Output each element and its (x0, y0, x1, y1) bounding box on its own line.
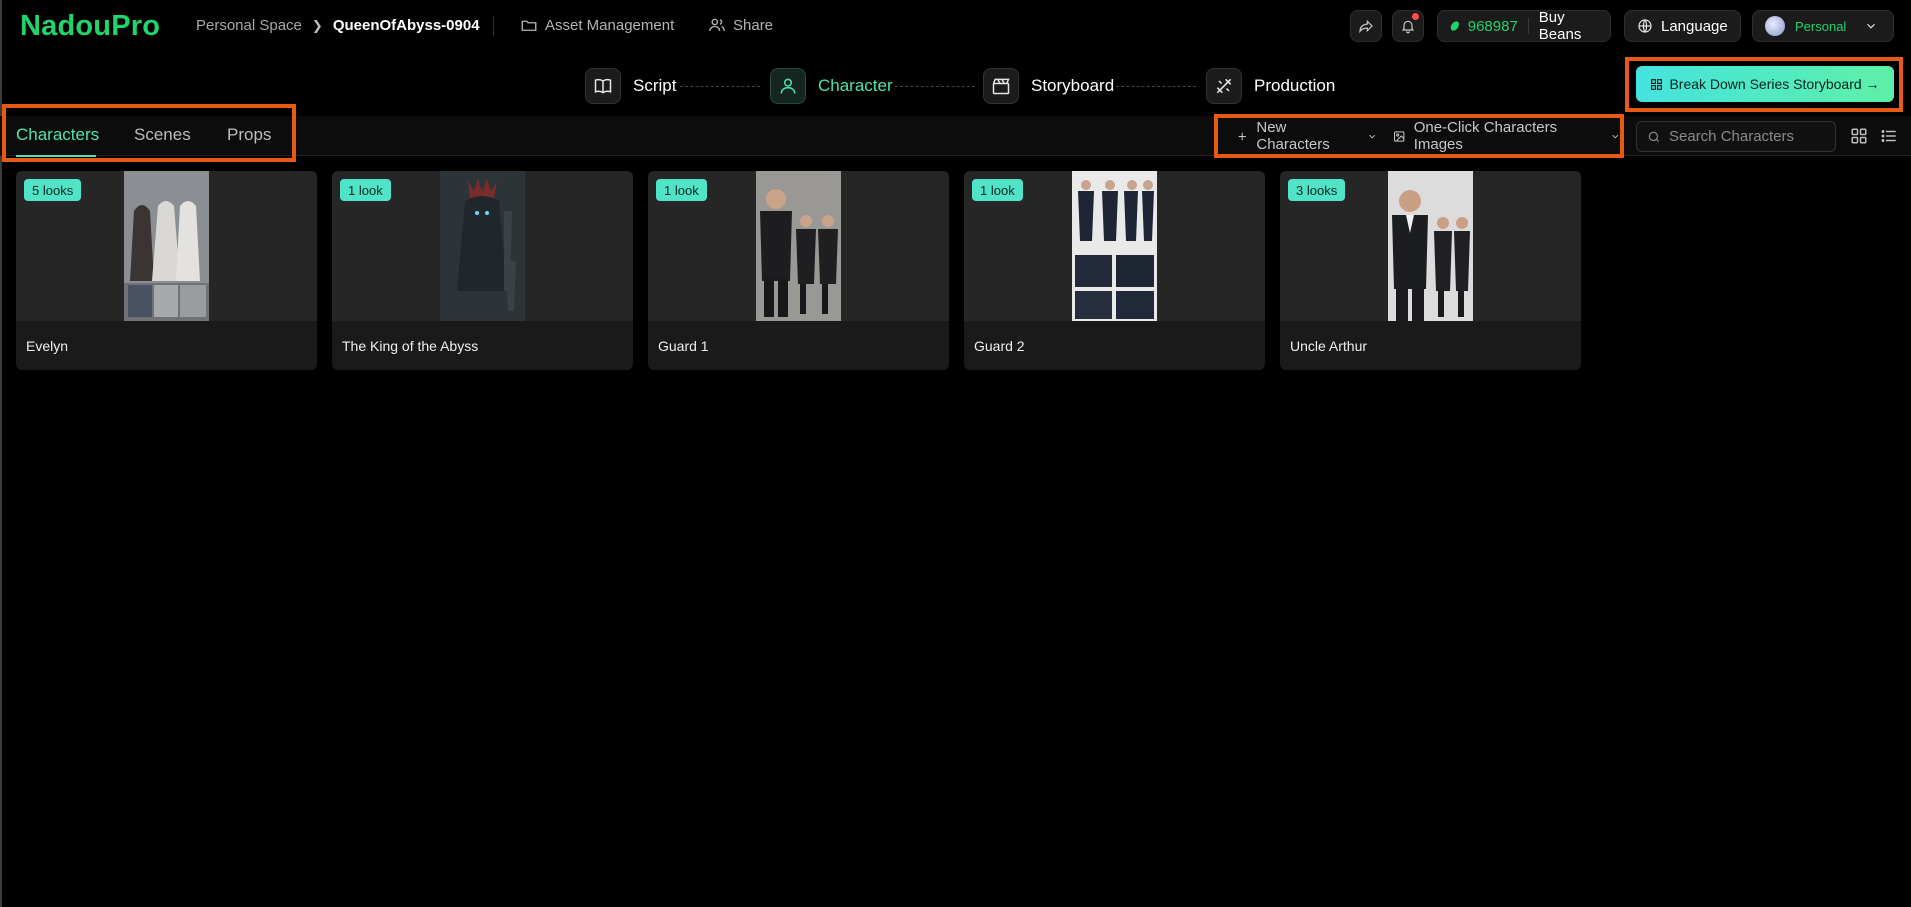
chevron-right-icon: ❯ (311, 17, 323, 33)
breadcrumb-personal-space[interactable]: Personal Space (196, 17, 302, 34)
character-name: Guard 1 (658, 338, 709, 354)
top-header: NadouPro Personal Space ❯ QueenOfAbyss-0… (0, 0, 1911, 52)
character-card[interactable]: 3 looks Uncle Arthur (1280, 171, 1581, 370)
break-down-storyboard-label: Break Down Series Storyboard → (1669, 76, 1880, 92)
account-switcher[interactable]: Personal (1752, 10, 1894, 42)
step-script-label: Script (633, 76, 677, 95)
clapperboard-icon (983, 68, 1019, 104)
break-down-storyboard-button[interactable]: Break Down Series Storyboard → (1636, 66, 1894, 102)
step-connector (895, 86, 975, 87)
search-box[interactable] (1636, 121, 1836, 152)
looks-badge: 5 looks (24, 179, 82, 201)
step-storyboard-label: Storyboard (1031, 76, 1115, 95)
plus-icon (1238, 132, 1246, 140)
chevron-down-icon (1369, 134, 1375, 138)
step-production[interactable]: Production (1206, 64, 1335, 108)
tools-icon (1206, 68, 1242, 104)
beans-divider (1527, 18, 1529, 34)
character-name: The King of the Abyss (342, 338, 479, 354)
search-input[interactable] (1669, 128, 1829, 145)
list-view-icon[interactable] (1880, 127, 1898, 145)
share-arrow-icon (1359, 19, 1373, 34)
character-card[interactable]: 1 look The King of the Abyss (332, 171, 633, 370)
character-card[interactable]: 5 looks Evelyn (16, 171, 317, 370)
forward-button[interactable] (1350, 10, 1382, 42)
step-character-label: Character (818, 76, 893, 95)
card-thumbnail-area: 1 look (648, 171, 949, 321)
actions-highlight: New Characters One-Click Characters Imag… (1214, 114, 1624, 158)
tab-characters[interactable]: Characters (16, 125, 99, 145)
share-link[interactable]: Share (708, 16, 773, 34)
step-production-label: Production (1254, 76, 1336, 95)
buy-beans-button[interactable]: Buy Beans (1539, 9, 1610, 43)
beans-balance[interactable]: 968987 Buy Beans (1437, 9, 1611, 43)
chevron-down-icon (1611, 134, 1618, 138)
asset-management-label: Asset Management (545, 16, 675, 34)
language-label: Language (1661, 17, 1728, 35)
card-thumbnail-area: 5 looks (16, 171, 317, 321)
character-thumbnail (440, 171, 525, 321)
active-tab-indicator (16, 155, 96, 157)
grid-view-icon[interactable] (1850, 127, 1868, 145)
asset-management-link[interactable]: Asset Management (520, 16, 674, 34)
avatar (1765, 16, 1785, 36)
globe-icon (1638, 19, 1652, 33)
new-characters-label: New Characters (1256, 119, 1330, 153)
image-icon (1394, 130, 1405, 142)
new-characters-button[interactable]: New Characters (1236, 119, 1377, 153)
book-icon (585, 68, 621, 104)
grid-icon (1651, 78, 1663, 90)
language-button[interactable]: Language (1624, 10, 1741, 42)
chevron-down-icon (1867, 23, 1876, 29)
app-logo[interactable]: NadouPro (20, 10, 160, 43)
step-storyboard[interactable]: Storyboard (983, 64, 1114, 108)
tab-scenes[interactable]: Scenes (134, 125, 191, 145)
character-thumbnail (756, 171, 841, 321)
person-icon (770, 68, 806, 104)
step-connector (680, 86, 760, 87)
search-icon (1648, 131, 1660, 142)
users-icon (709, 18, 725, 32)
step-script[interactable]: Script (585, 64, 676, 108)
character-card[interactable]: 1 look Guard 2 (964, 171, 1265, 370)
beans-count: 968987 (1467, 17, 1518, 35)
tabs-highlight: Characters Scenes Props (2, 104, 296, 162)
notification-dot (1412, 13, 1419, 20)
step-character[interactable]: Character (770, 64, 893, 108)
header-divider (493, 16, 494, 36)
bean-icon (1450, 21, 1459, 31)
breadcrumb: Personal Space ❯ QueenOfAbyss-0904 (196, 17, 480, 34)
looks-badge: 1 look (340, 179, 391, 201)
character-name: Guard 2 (974, 338, 1025, 354)
character-name: Uncle Arthur (1290, 338, 1368, 354)
breakdown-highlight: Break Down Series Storyboard → (1625, 57, 1903, 112)
character-thumbnail (124, 171, 209, 321)
bell-icon (1401, 20, 1415, 34)
looks-badge: 3 looks (1288, 179, 1346, 201)
folder-icon (521, 20, 537, 31)
breadcrumb-project: QueenOfAbyss-0904 (332, 17, 480, 34)
card-thumbnail-area: 1 look (332, 171, 633, 321)
card-thumbnail-area: 1 look (964, 171, 1265, 321)
character-thumbnail (1072, 171, 1157, 321)
account-label: Personal (1795, 18, 1847, 34)
character-thumbnail (1388, 171, 1473, 321)
character-card[interactable]: 1 look Guard 1 (648, 171, 949, 370)
character-name: Evelyn (26, 338, 69, 354)
notifications-button[interactable] (1392, 10, 1424, 42)
tab-props[interactable]: Props (227, 125, 271, 145)
one-click-images-button[interactable]: One-Click Characters Images (1393, 119, 1620, 153)
one-click-images-label: One-Click Characters Images (1413, 119, 1558, 153)
looks-badge: 1 look (972, 179, 1023, 201)
step-connector (1116, 86, 1196, 87)
looks-badge: 1 look (656, 179, 707, 201)
card-thumbnail-area: 3 looks (1280, 171, 1581, 321)
share-label: Share (733, 16, 774, 34)
